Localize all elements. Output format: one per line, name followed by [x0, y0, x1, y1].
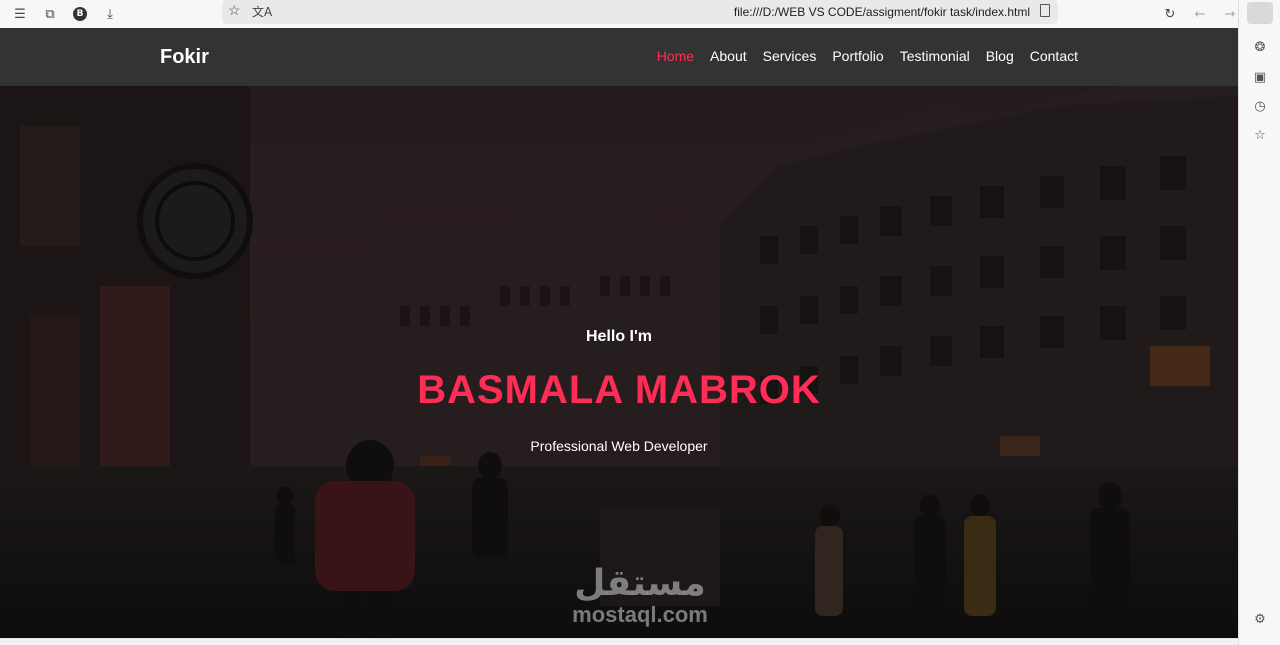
extension-icon[interactable]: ⧉	[40, 4, 60, 24]
back-icon[interactable]: ←	[1190, 4, 1210, 24]
nav-link-home[interactable]: Home	[657, 48, 694, 64]
hero-section: Hello I'm BASMALA MABROK Professional We…	[0, 86, 1238, 638]
nav-link-testimonial[interactable]: Testimonial	[900, 48, 970, 64]
download-icon[interactable]: ⤓	[100, 4, 120, 24]
site-brand[interactable]: Fokir	[160, 46, 209, 69]
url-text[interactable]: file:///D:/WEB VS CODE/assigment/fokir t…	[734, 5, 1030, 19]
browser-sidebar: ❂ ▣ ◷ ☆ ⚙	[1238, 0, 1280, 645]
copilot-icon[interactable]: ❂	[1250, 37, 1270, 57]
collections-icon[interactable]: ▣	[1250, 67, 1270, 87]
favorites-icon[interactable]: ☆	[1250, 125, 1270, 145]
hero-role: Professional Web Developer	[530, 438, 708, 454]
sidebar-toggle-icon[interactable]	[1247, 2, 1273, 24]
history-icon[interactable]: ◷	[1250, 96, 1270, 116]
watermark-latin: mostaql.com	[572, 602, 708, 627]
web-page: Fokir Home About Services Portfolio Test…	[0, 28, 1238, 638]
settings-icon[interactable]: ⚙	[1250, 609, 1270, 629]
browser-bottom-strip	[0, 638, 1238, 645]
mostaql-watermark: مستقل mostaql.com	[560, 564, 720, 626]
nav-menu: Home About Services Portfolio Testimonia…	[657, 48, 1078, 64]
address-bar[interactable]: ☆ 文A file:///D:/WEB VS CODE/assigment/fo…	[222, 0, 1058, 24]
nav-link-portfolio[interactable]: Portfolio	[832, 48, 883, 64]
browser-toolbar: ☰ ⧉ B ⤓ ☆ 文A file:///D:/WEB VS CODE/assi…	[0, 0, 1280, 28]
site-navbar: Fokir Home About Services Portfolio Test…	[0, 28, 1238, 86]
hero-content: Hello I'm BASMALA MABROK Professional We…	[0, 86, 1238, 638]
nav-link-about[interactable]: About	[710, 48, 747, 64]
star-icon[interactable]: ☆	[228, 2, 241, 19]
b-icon[interactable]: B	[70, 4, 90, 24]
watermark-arabic: مستقل	[574, 563, 706, 604]
hero-greeting: Hello I'm	[585, 328, 653, 345]
nav-link-services[interactable]: Services	[763, 48, 817, 64]
forward-icon[interactable]: →	[1220, 4, 1240, 24]
reload-icon[interactable]: ↻	[1160, 4, 1180, 24]
hero-name: BASMALA MABROK	[417, 368, 821, 412]
nav-link-contact[interactable]: Contact	[1030, 48, 1078, 64]
page-info-icon[interactable]	[1040, 4, 1050, 17]
menu-icon[interactable]: ☰	[10, 4, 30, 24]
nav-link-blog[interactable]: Blog	[986, 48, 1014, 64]
translate-icon[interactable]: 文A	[252, 3, 272, 20]
